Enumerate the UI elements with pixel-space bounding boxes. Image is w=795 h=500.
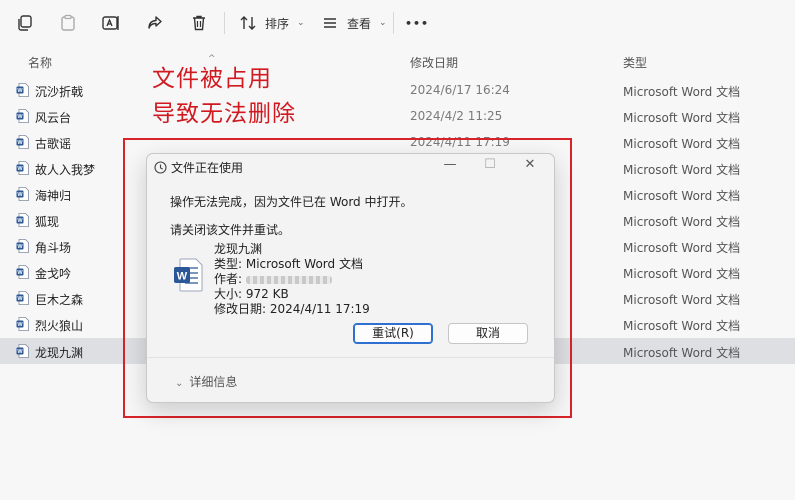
view-label: 查看 <box>347 16 372 31</box>
word-doc-icon: W <box>16 109 29 123</box>
delete-button[interactable] <box>188 10 210 36</box>
sort-label: 排序 <box>265 16 290 31</box>
sort-icon <box>237 12 259 34</box>
chevron-down-icon: ⌄ <box>297 18 305 28</box>
file-type: Microsoft Word 文档 <box>623 319 741 333</box>
annotation-line-1: 文件被占用 <box>152 66 272 92</box>
word-doc-icon: W <box>16 265 29 279</box>
redacted-author <box>246 275 333 284</box>
word-doc-icon: W <box>16 213 29 227</box>
file-type: Microsoft Word 文档 <box>623 241 741 255</box>
file-name: 海神归 <box>35 189 72 203</box>
chevron-down-icon: ⌄ <box>379 18 387 28</box>
word-doc-icon: W <box>16 83 29 97</box>
file-type: Microsoft Word 文档 <box>623 137 741 151</box>
file-name: 风云台 <box>35 111 72 125</box>
svg-text:W: W <box>17 166 23 172</box>
file-type: Microsoft Word 文档 <box>623 293 741 307</box>
file-date: 2024/4/2 11:25 <box>410 109 503 123</box>
column-header-name[interactable]: 名称 <box>28 54 52 71</box>
file-info-modified: 修改日期: 2024/4/11 17:19 <box>214 302 370 316</box>
svg-text:W: W <box>177 271 188 283</box>
file-in-use-dialog: 文件正在使用 — ☐ ✕ 操作无法完成，因为文件已在 Word 中打开。 请关闭… <box>146 153 555 403</box>
file-name: 沉沙折戟 <box>35 85 84 99</box>
file-name: 龙现九渊 <box>35 346 84 360</box>
word-doc-icon: W <box>16 317 29 331</box>
word-doc-icon: W <box>16 135 29 149</box>
file-type: Microsoft Word 文档 <box>623 85 741 99</box>
svg-text:W: W <box>17 218 23 224</box>
sort-button[interactable]: 排序 ⌄ <box>237 10 305 36</box>
command-bar: 排序 ⌄ 查看 ⌄ ••• <box>0 0 795 46</box>
file-type: Microsoft Word 文档 <box>623 163 741 177</box>
svg-text:W: W <box>17 322 23 328</box>
file-name: 巨木之森 <box>35 293 84 307</box>
word-doc-icon: W <box>173 258 203 292</box>
svg-text:W: W <box>17 244 23 250</box>
file-type: Microsoft Word 文档 <box>623 346 741 360</box>
file-name: 角斗场 <box>35 241 72 255</box>
details-toggle[interactable]: ⌄ 详细信息 <box>175 373 237 390</box>
word-doc-icon: W <box>16 239 29 253</box>
dialog-title: 文件正在使用 <box>171 161 244 175</box>
svg-text:W: W <box>17 114 23 120</box>
svg-text:W: W <box>17 270 23 276</box>
copy-icon <box>14 12 36 34</box>
word-doc-icon: W <box>16 187 29 201</box>
copy-button[interactable] <box>14 10 36 36</box>
file-name: 故人入我梦 <box>35 163 96 177</box>
file-row[interactable]: W 风云台 2024/4/2 11:25 Microsoft Word 文档 <box>0 103 795 129</box>
more-options-button[interactable]: ••• <box>405 10 429 36</box>
rename-icon <box>100 12 122 34</box>
toolbar-separator <box>393 12 394 34</box>
file-type: Microsoft Word 文档 <box>623 189 741 203</box>
svg-text:W: W <box>17 349 23 355</box>
paste-icon <box>57 12 79 34</box>
more-icon: ••• <box>405 16 430 30</box>
cancel-button[interactable]: 取消 <box>448 323 528 344</box>
file-date: 2024/6/17 16:24 <box>410 83 510 97</box>
clock-icon <box>154 159 167 174</box>
svg-text:W: W <box>17 296 23 302</box>
column-header-type[interactable]: 类型 <box>623 54 647 71</box>
svg-text:W: W <box>17 192 23 198</box>
delete-icon <box>188 12 210 34</box>
column-header-modified[interactable]: 修改日期 <box>410 54 458 71</box>
svg-text:W: W <box>17 140 23 146</box>
annotation-line-2: 导致无法删除 <box>152 101 296 127</box>
view-button[interactable]: 查看 ⌄ <box>319 10 387 36</box>
maximize-button[interactable]: ☐ <box>479 157 501 172</box>
retry-button[interactable]: 重试(R) <box>353 323 433 344</box>
minimize-button[interactable]: — <box>439 157 461 172</box>
file-type: Microsoft Word 文档 <box>623 215 741 229</box>
file-name: 狐现 <box>35 215 60 229</box>
file-row[interactable]: W 沉沙折戟 2024/6/17 16:24 Microsoft Word 文档 <box>0 77 795 103</box>
details-label: 详细信息 <box>189 375 238 389</box>
dialog-divider <box>147 357 554 358</box>
svg-text:W: W <box>17 88 23 94</box>
chevron-down-icon: ⌄ <box>175 378 184 389</box>
file-type: Microsoft Word 文档 <box>623 267 741 281</box>
toolbar-separator <box>224 12 225 34</box>
author-label: 作者: <box>214 272 243 286</box>
word-doc-icon: W <box>16 161 29 175</box>
paste-button[interactable] <box>57 10 79 36</box>
view-icon <box>319 12 341 34</box>
word-doc-icon: W <box>16 344 29 358</box>
file-name: 金戈吟 <box>35 267 72 281</box>
dialog-message: 操作无法完成，因为文件已在 Word 中打开。 <box>170 195 413 209</box>
share-icon <box>144 12 166 34</box>
rename-button[interactable] <box>100 10 122 36</box>
close-button[interactable]: ✕ <box>519 157 541 172</box>
dialog-instruction: 请关闭该文件并重试。 <box>170 223 291 237</box>
file-name: 古歌谣 <box>35 137 72 151</box>
column-header-row: 名称 ^ 修改日期 类型 <box>0 46 795 74</box>
word-doc-icon: W <box>16 291 29 305</box>
file-name: 烈火狼山 <box>35 319 84 333</box>
file-type: Microsoft Word 文档 <box>623 111 741 125</box>
share-button[interactable] <box>144 10 166 36</box>
